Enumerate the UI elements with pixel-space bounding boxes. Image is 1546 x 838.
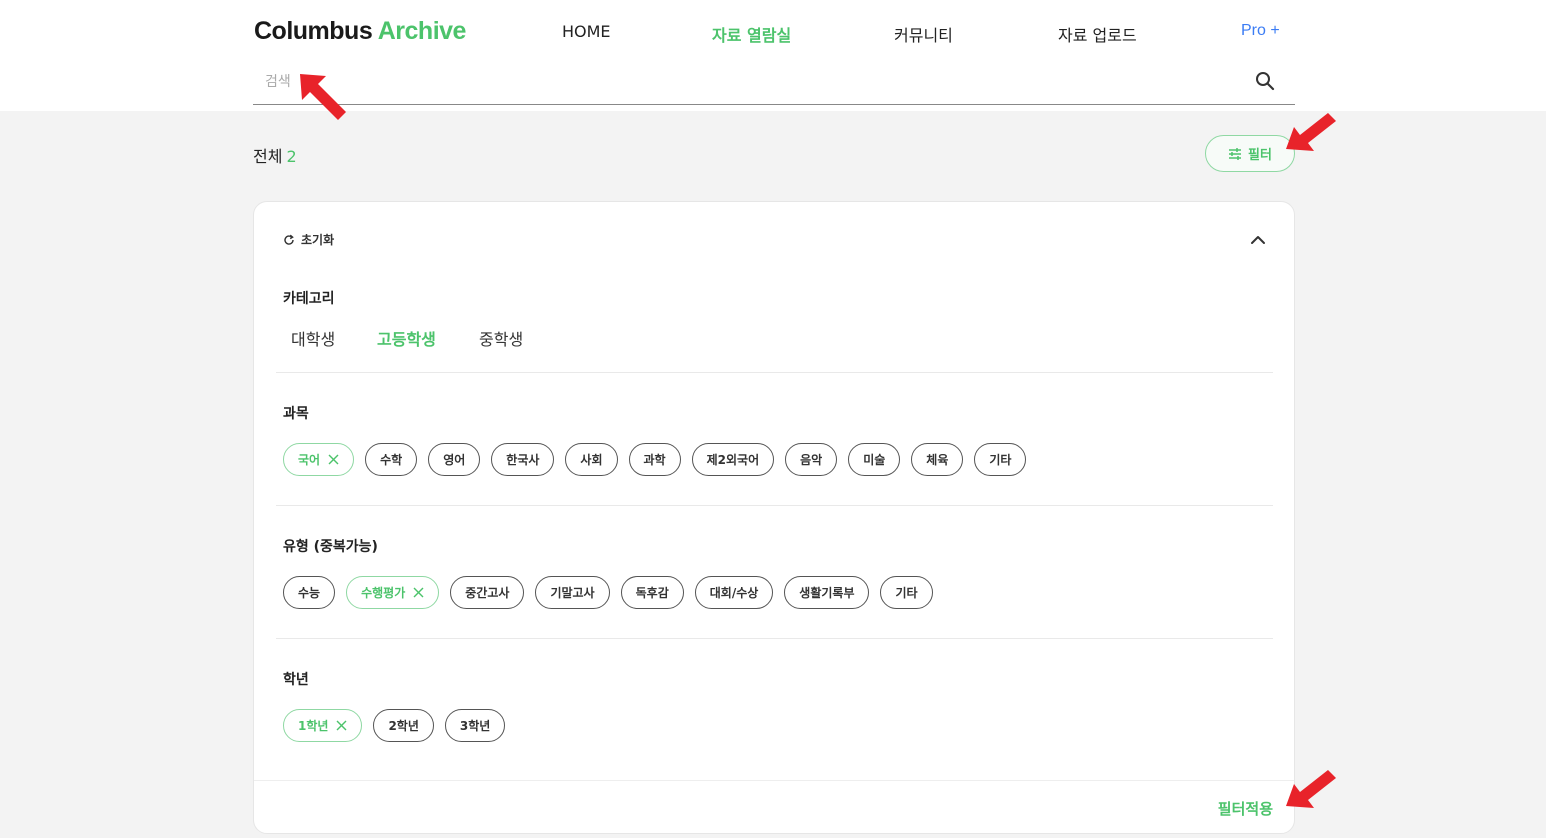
search-icon[interactable]: [1255, 71, 1275, 91]
subject-chip[interactable]: 과학: [628, 443, 681, 476]
chip-label: 체육: [926, 453, 949, 467]
chip-label: 1학년: [298, 719, 329, 733]
search-bar: [253, 63, 1295, 105]
top-navigation-bar: Columbus Archive HOME 자료 열람실 커뮤니티 자료 업로드…: [0, 0, 1546, 111]
results-total-label: 전체: [253, 147, 283, 166]
section-divider: [276, 372, 1273, 373]
type-chip[interactable]: 대회/수상: [694, 576, 774, 609]
filter-button[interactable]: 필터: [1205, 135, 1295, 172]
type-chip[interactable]: 기타: [880, 576, 933, 609]
refresh-icon: [284, 234, 294, 245]
type-chip[interactable]: 중간고사: [450, 576, 525, 609]
subject-chip[interactable]: 영어: [428, 443, 481, 476]
chip-label: 수행평가: [361, 586, 406, 600]
chip-label: 음악: [800, 453, 823, 467]
close-icon[interactable]: [413, 587, 424, 598]
chip-label: 미술: [863, 453, 886, 467]
nav-item-pro[interactable]: Pro +: [1241, 22, 1280, 40]
close-icon[interactable]: [336, 720, 347, 731]
search-input[interactable]: [265, 69, 1225, 95]
chip-label: 수학: [380, 453, 403, 467]
nav-item-reading-room[interactable]: 자료 열람실: [712, 22, 791, 46]
footer-divider: [254, 780, 1294, 781]
subject-chip[interactable]: 체육: [911, 443, 964, 476]
chip-label: 2학년: [388, 719, 419, 733]
chip-label: 수능: [298, 586, 321, 600]
subject-chip[interactable]: 국어: [283, 443, 355, 476]
subject-chip-row: 국어 수학 영어 한국사 사회 과학 제2외국어 음악 미술 체육 기타: [283, 443, 1027, 476]
category-tab-university[interactable]: 대학생: [291, 326, 335, 350]
chevron-up-icon[interactable]: [1248, 230, 1268, 250]
close-icon[interactable]: [328, 454, 339, 465]
nav-item-community[interactable]: 커뮤니티: [894, 22, 953, 46]
type-title: 유형 (중복가능): [283, 539, 378, 555]
category-title: 카테고리: [283, 291, 335, 307]
nav-item-home[interactable]: HOME: [562, 22, 611, 41]
subject-chip[interactable]: 수학: [365, 443, 418, 476]
subject-chip[interactable]: 사회: [565, 443, 618, 476]
category-tab-middleschool[interactable]: 중학생: [479, 326, 523, 350]
subject-title: 과목: [283, 406, 309, 422]
logo-main-text: Columbus: [254, 17, 373, 45]
subject-chip[interactable]: 음악: [785, 443, 838, 476]
chip-label: 한국사: [506, 453, 540, 467]
grade-chip[interactable]: 1학년: [283, 709, 363, 742]
filter-panel: 초기화 카테고리 대학생 고등학생 중학생 과목 국어 수학 영어 한국사 사회…: [253, 201, 1295, 834]
section-divider: [276, 505, 1273, 506]
grade-chip-row: 1학년 2학년 3학년: [283, 709, 506, 742]
chip-label: 사회: [580, 453, 603, 467]
grade-chip[interactable]: 2학년: [373, 709, 434, 742]
chip-label: 과학: [643, 453, 666, 467]
chip-label: 기타: [989, 453, 1012, 467]
chip-label: 기타: [895, 586, 918, 600]
subject-chip[interactable]: 제2외국어: [691, 443, 775, 476]
section-divider: [276, 638, 1273, 639]
chip-label: 제2외국어: [706, 453, 760, 467]
grade-chip[interactable]: 3학년: [444, 709, 506, 742]
results-total-count: 2: [286, 147, 297, 166]
type-chip[interactable]: 수행평가: [346, 576, 440, 609]
chip-label: 대회/수상: [709, 586, 759, 600]
type-chip[interactable]: 생활기록부: [784, 576, 870, 609]
apply-filter-button[interactable]: 필터적용: [1218, 798, 1273, 819]
type-chip[interactable]: 독후감: [620, 576, 684, 609]
subject-chip[interactable]: 한국사: [491, 443, 555, 476]
subject-chip[interactable]: 기타: [974, 443, 1027, 476]
category-tab-highschool[interactable]: 고등학생: [377, 326, 436, 350]
type-chip[interactable]: 기말고사: [535, 576, 610, 609]
filter-button-label: 필터: [1248, 148, 1272, 163]
reset-label: 초기화: [301, 233, 335, 247]
chip-label: 생활기록부: [799, 586, 855, 600]
chip-label: 국어: [298, 453, 321, 467]
chip-label: 3학년: [459, 719, 491, 733]
nav-item-upload[interactable]: 자료 업로드: [1058, 22, 1137, 46]
subject-chip[interactable]: 미술: [848, 443, 901, 476]
type-chip[interactable]: 수능: [283, 576, 336, 609]
brand-logo[interactable]: Columbus Archive: [254, 17, 466, 46]
chip-label: 중간고사: [465, 586, 510, 600]
reset-button[interactable]: 초기화: [283, 231, 334, 248]
chip-label: 독후감: [635, 586, 669, 600]
sliders-icon: [1229, 147, 1242, 160]
results-total: 전체 2: [253, 143, 297, 167]
chip-label: 기말고사: [550, 586, 595, 600]
type-chip-row: 수능 수행평가 중간고사 기말고사 독후감 대회/수상 생활기록부 기타: [283, 576, 933, 609]
grade-title: 학년: [283, 672, 309, 688]
chip-label: 영어: [443, 453, 466, 467]
logo-accent-text: Archive: [377, 17, 467, 45]
